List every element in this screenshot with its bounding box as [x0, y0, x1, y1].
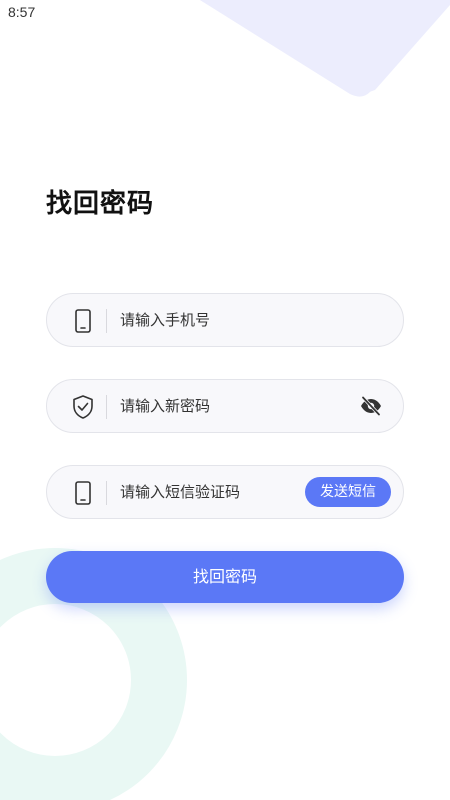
- bottom-left-ring-shape: [0, 548, 187, 800]
- sms-code-input[interactable]: [120, 466, 270, 518]
- phone-input[interactable]: [120, 294, 340, 346]
- field-divider: [106, 481, 107, 505]
- phone-field[interactable]: [46, 293, 404, 347]
- field-divider: [106, 395, 107, 419]
- phone-icon: [75, 309, 91, 333]
- field-divider: [106, 309, 107, 333]
- new-password-input[interactable]: [120, 380, 340, 432]
- status-time: 8:57: [8, 4, 36, 20]
- status-bar: 8:57: [0, 0, 450, 26]
- shield-check-icon: [73, 395, 93, 419]
- send-sms-button[interactable]: 发送短信: [305, 477, 391, 507]
- page-title: 找回密码: [46, 189, 155, 219]
- new-password-field[interactable]: [46, 379, 404, 433]
- sms-code-field[interactable]: 发送短信: [46, 465, 404, 519]
- eye-off-icon[interactable]: [359, 394, 383, 418]
- phone-icon: [75, 481, 91, 505]
- recover-password-button[interactable]: 找回密码: [46, 551, 404, 603]
